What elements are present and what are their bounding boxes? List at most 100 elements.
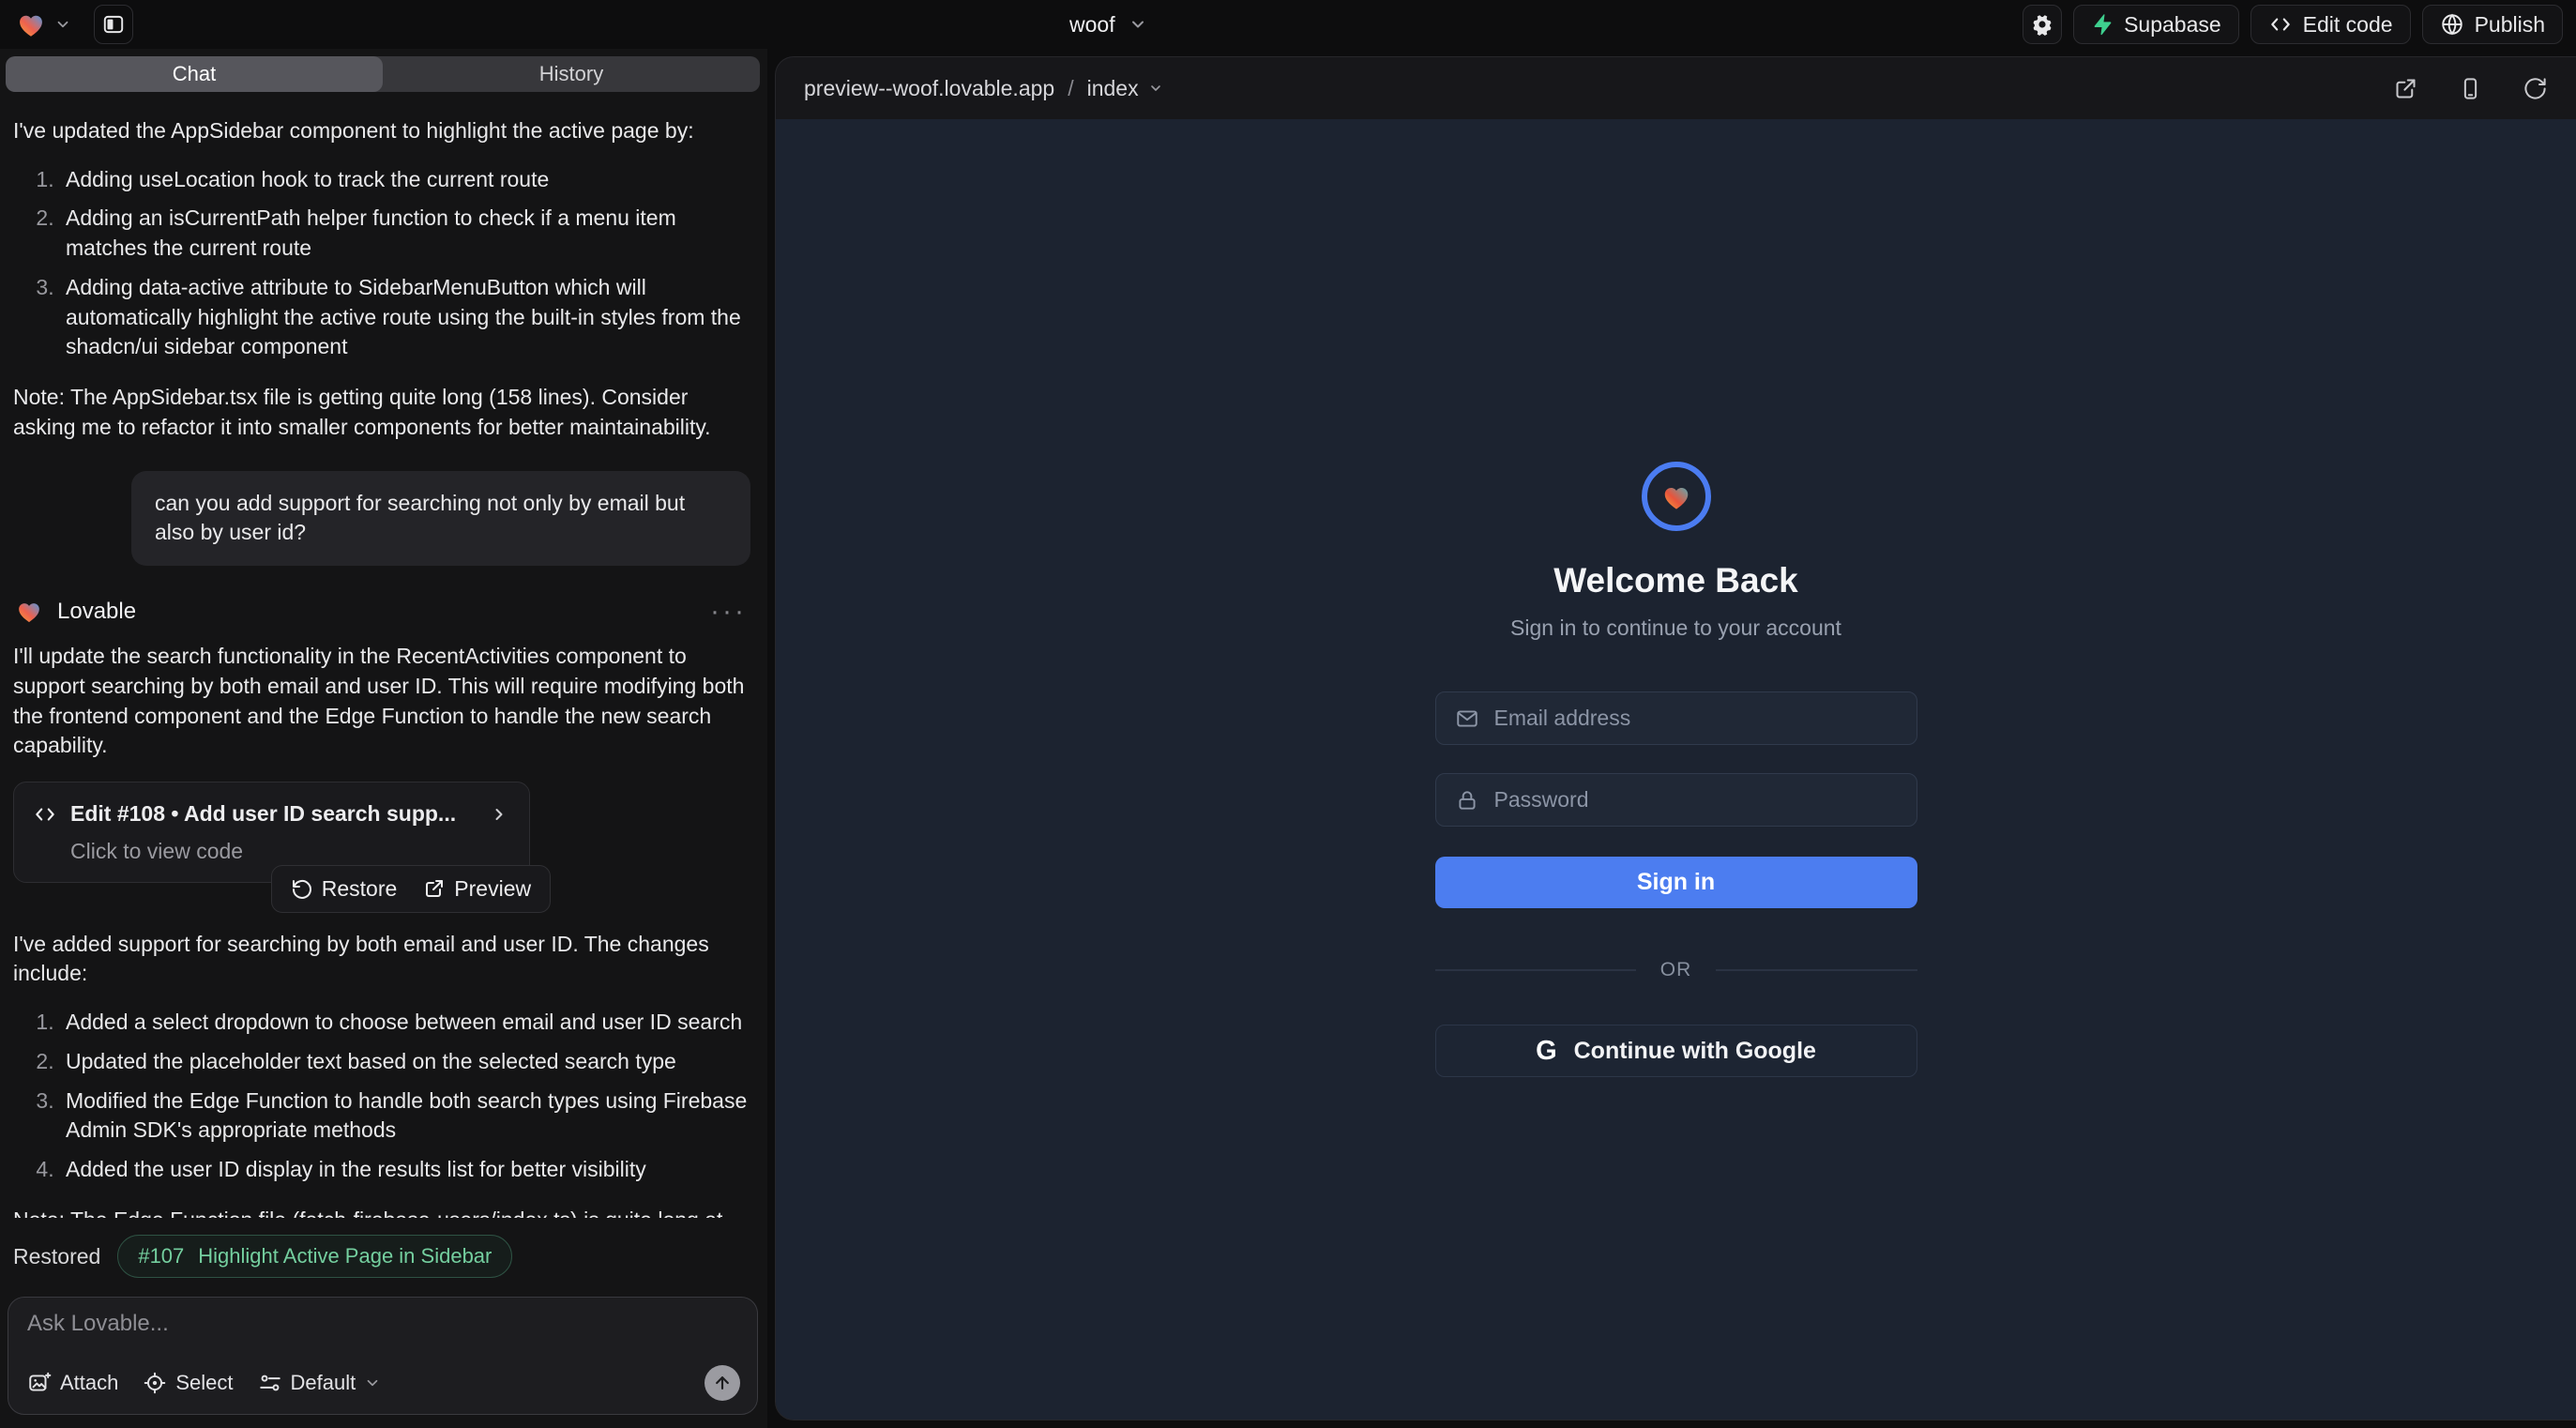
- assistant-paragraph: I'll update the search functionality in …: [13, 642, 752, 761]
- edit-card-wrapper: Edit #108 • Add user ID search supp... C…: [13, 782, 530, 882]
- edit-card-actions: Restore Preview: [271, 865, 551, 913]
- restore-button[interactable]: Restore: [291, 876, 398, 902]
- send-button[interactable]: [705, 1365, 740, 1401]
- attach-button-label: Attach: [60, 1371, 118, 1395]
- preview-url[interactable]: preview--woof.lovable.app / index: [804, 76, 1163, 101]
- assistant-list: Added a select dropdown to choose betwee…: [13, 1008, 752, 1185]
- assistant-note: Note: The AppSidebar.tsx file is getting…: [13, 383, 752, 442]
- google-button-label: Continue with Google: [1574, 1038, 1816, 1065]
- preview-viewport: Welcome Back Sign in to continue to your…: [776, 119, 2576, 1420]
- chat-panel: Chat History I've updated the AppSidebar…: [0, 49, 767, 1428]
- restore-button-label: Restore: [322, 876, 398, 902]
- divider-line: [1716, 969, 1917, 971]
- login-card: Welcome Back Sign in to continue to your…: [1435, 462, 1917, 1077]
- mode-selector-button[interactable]: Default: [258, 1371, 382, 1395]
- external-link-icon: [2393, 76, 2418, 101]
- refresh-icon: [2523, 76, 2548, 101]
- chevron-down-icon: [54, 16, 71, 33]
- assistant-paragraph: I've added support for searching by both…: [13, 930, 752, 989]
- email-field[interactable]: [1494, 706, 1898, 731]
- supabase-button-label: Supabase: [2124, 12, 2221, 38]
- preview-page: index: [1087, 76, 1139, 101]
- mobile-preview-button[interactable]: [2458, 76, 2483, 101]
- select-button-label: Select: [175, 1371, 233, 1395]
- refresh-button[interactable]: [2523, 76, 2548, 101]
- supabase-button[interactable]: Supabase: [2073, 5, 2239, 44]
- user-message: can you add support for searching not on…: [131, 471, 750, 566]
- message-menu-button[interactable]: ···: [710, 604, 752, 618]
- arrow-up-icon: [713, 1374, 732, 1392]
- publish-button[interactable]: Publish: [2422, 5, 2563, 44]
- assistant-author-name: Lovable: [57, 596, 136, 627]
- code-icon: [2268, 12, 2293, 37]
- preview-toolbar: preview--woof.lovable.app / index: [776, 57, 2576, 119]
- open-in-new-tab-button[interactable]: [2393, 76, 2418, 101]
- list-item: Adding an isCurrentPath helper function …: [60, 204, 752, 263]
- app-logo: [1642, 462, 1711, 531]
- edit-code-button[interactable]: Edit code: [2250, 5, 2411, 44]
- assistant-message-header: Lovable ···: [13, 596, 752, 627]
- url-separator: /: [1068, 76, 1073, 101]
- external-link-icon: [423, 877, 446, 900]
- restored-label: Restored: [13, 1244, 100, 1269]
- mode-selector-label: Default: [291, 1371, 356, 1395]
- version-badge[interactable]: #107 Highlight Active Page in Sidebar: [117, 1235, 512, 1278]
- password-field-wrapper: [1435, 773, 1917, 827]
- publish-button-label: Publish: [2475, 12, 2545, 38]
- list-item: Updated the placeholder text based on th…: [60, 1047, 752, 1077]
- tab-history[interactable]: History: [383, 56, 760, 92]
- list-item: Adding data-active attribute to SidebarM…: [60, 273, 752, 362]
- list-item: Added a select dropdown to choose betwee…: [60, 1008, 752, 1038]
- assistant-list: Adding useLocation hook to track the cur…: [13, 165, 752, 362]
- assistant-paragraph: I've updated the AppSidebar component to…: [13, 116, 752, 146]
- chat-history-tabs: Chat History: [6, 56, 760, 92]
- preview-button-label: Preview: [454, 876, 531, 902]
- supabase-bolt-icon: [2091, 12, 2114, 37]
- chat-composer: Attach Select: [8, 1297, 758, 1415]
- mobile-icon: [2458, 76, 2483, 101]
- google-sign-in-button[interactable]: G Continue with Google: [1435, 1025, 1917, 1077]
- or-divider: OR: [1435, 959, 1917, 981]
- chevron-down-icon: [1129, 15, 1147, 34]
- lovable-heart-icon: [13, 597, 45, 626]
- code-icon: [33, 802, 57, 827]
- version-number: #107: [138, 1244, 184, 1268]
- toggle-sidebar-button[interactable]: [94, 5, 133, 44]
- edit-code-button-label: Edit code: [2303, 12, 2393, 38]
- chevron-down-icon: [364, 1375, 381, 1391]
- password-field[interactable]: [1494, 787, 1898, 813]
- sliders-icon: [258, 1371, 282, 1395]
- select-target-icon: [143, 1371, 167, 1395]
- preview-button[interactable]: Preview: [423, 876, 531, 902]
- divider-line: [1435, 969, 1636, 971]
- restored-row: Restored #107 Highlight Active Page in S…: [0, 1218, 767, 1282]
- list-item: Added the user ID display in the results…: [60, 1155, 752, 1185]
- lovable-logo-menu[interactable]: [13, 8, 71, 40]
- sign-in-button[interactable]: Sign in: [1435, 857, 1917, 908]
- list-item: Modified the Edge Function to handle bot…: [60, 1086, 752, 1146]
- lovable-heart-icon: [1659, 480, 1694, 513]
- divider-label: OR: [1660, 959, 1692, 981]
- google-g-icon: G: [1536, 1036, 1557, 1067]
- lovable-heart-icon: [13, 8, 49, 40]
- preview-panel: preview--woof.lovable.app / index: [775, 56, 2576, 1420]
- tab-chat[interactable]: Chat: [6, 56, 383, 92]
- version-title: Highlight Active Page in Sidebar: [198, 1244, 492, 1268]
- chat-input[interactable]: [27, 1311, 740, 1365]
- edit-card-subtitle: Click to view code: [70, 837, 508, 867]
- settings-button[interactable]: [2023, 5, 2062, 44]
- lock-icon: [1455, 788, 1479, 813]
- assistant-note: Note: The Edge Function file (fetch-fire…: [13, 1206, 752, 1218]
- attach-image-icon: [27, 1371, 52, 1395]
- chevron-down-icon: [1148, 81, 1163, 96]
- login-title: Welcome Back: [1553, 561, 1798, 600]
- attach-button[interactable]: Attach: [27, 1371, 118, 1395]
- chat-messages: I've updated the AppSidebar component to…: [0, 92, 767, 1218]
- chevron-right-icon: [490, 805, 508, 824]
- restore-icon: [291, 877, 313, 900]
- topbar: woof Supabase: [0, 0, 2576, 49]
- login-subtitle: Sign in to continue to your account: [1510, 615, 1841, 641]
- project-menu[interactable]: woof: [1069, 0, 1147, 49]
- globe-icon: [2440, 12, 2464, 37]
- select-button[interactable]: Select: [143, 1371, 233, 1395]
